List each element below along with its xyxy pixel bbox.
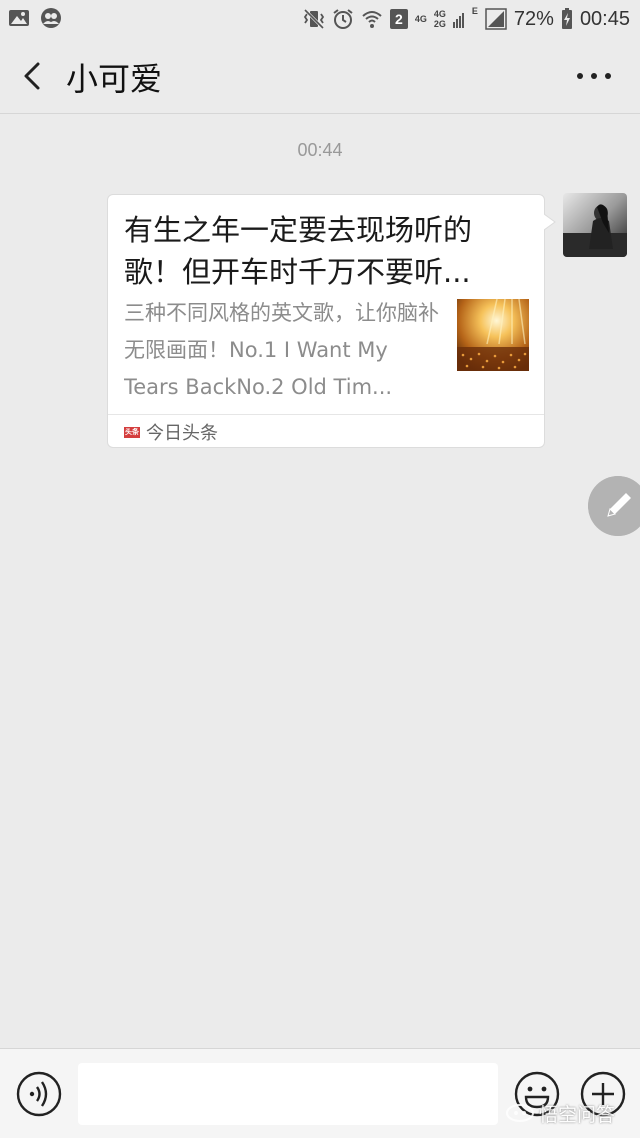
- chat-title: 小可爱: [66, 60, 163, 98]
- gallery-icon: [9, 10, 29, 26]
- pencil-edit-icon[interactable]: [588, 476, 640, 536]
- vibrate-icon: [303, 8, 324, 30]
- watermark-text: 悟空问答: [539, 1103, 616, 1126]
- article-thumbnail: [457, 299, 529, 371]
- sender-avatar[interactable]: [563, 193, 627, 257]
- clock: 00:45: [579, 7, 630, 30]
- back-arrow-icon[interactable]: [14, 56, 54, 96]
- article-description: 三种不同风格的英文歌，让你脑补无限画面！No.1 I Want My Tears…: [124, 301, 439, 399]
- network-indicator-1: 4G: [414, 14, 427, 24]
- system-icons: 2 4G 4G 2G E 72% 00:45: [303, 6, 630, 32]
- toutiao-logo-icon: 头条: [124, 426, 140, 438]
- message-timestamp: 00:44: [297, 140, 343, 160]
- signal-bars-icon-small: [452, 13, 464, 28]
- edge-indicator: E: [471, 6, 478, 16]
- wukong-watermark: 悟空问答: [505, 1096, 635, 1130]
- signal-bars-icon: [485, 8, 507, 30]
- bubble-tail: [544, 214, 556, 230]
- source-name: 今日头条: [146, 423, 218, 444]
- status-bar: 2 4G 4G 2G E 72% 00:45: [0, 0, 640, 38]
- article-source: 头条 今日头条: [124, 419, 218, 445]
- notification-icons: [8, 7, 62, 29]
- battery-charging-icon: [561, 8, 572, 29]
- article-title: 有生之年一定要去现场听的歌！但开车时千万不要听...: [124, 213, 473, 289]
- alarm-icon: [333, 9, 353, 29]
- sim-badge: 2: [389, 9, 408, 29]
- voice-input-icon[interactable]: [16, 1071, 62, 1117]
- network-indicator-2: 4G 2G: [433, 9, 446, 29]
- card-divider: [108, 414, 544, 415]
- group-chat-icon: [41, 8, 61, 28]
- message-input[interactable]: [78, 1063, 498, 1125]
- chat-header: 小可爱: [0, 38, 640, 114]
- shared-article-card[interactable]: 有生之年一定要去现场听的歌！但开车时千万不要听... 三种不同风格的英文歌，让你…: [107, 194, 545, 448]
- wifi-icon: [362, 11, 382, 28]
- more-options-icon[interactable]: [572, 60, 616, 92]
- battery-percent: 72%: [513, 7, 554, 30]
- wukong-logo-icon: [506, 1104, 534, 1122]
